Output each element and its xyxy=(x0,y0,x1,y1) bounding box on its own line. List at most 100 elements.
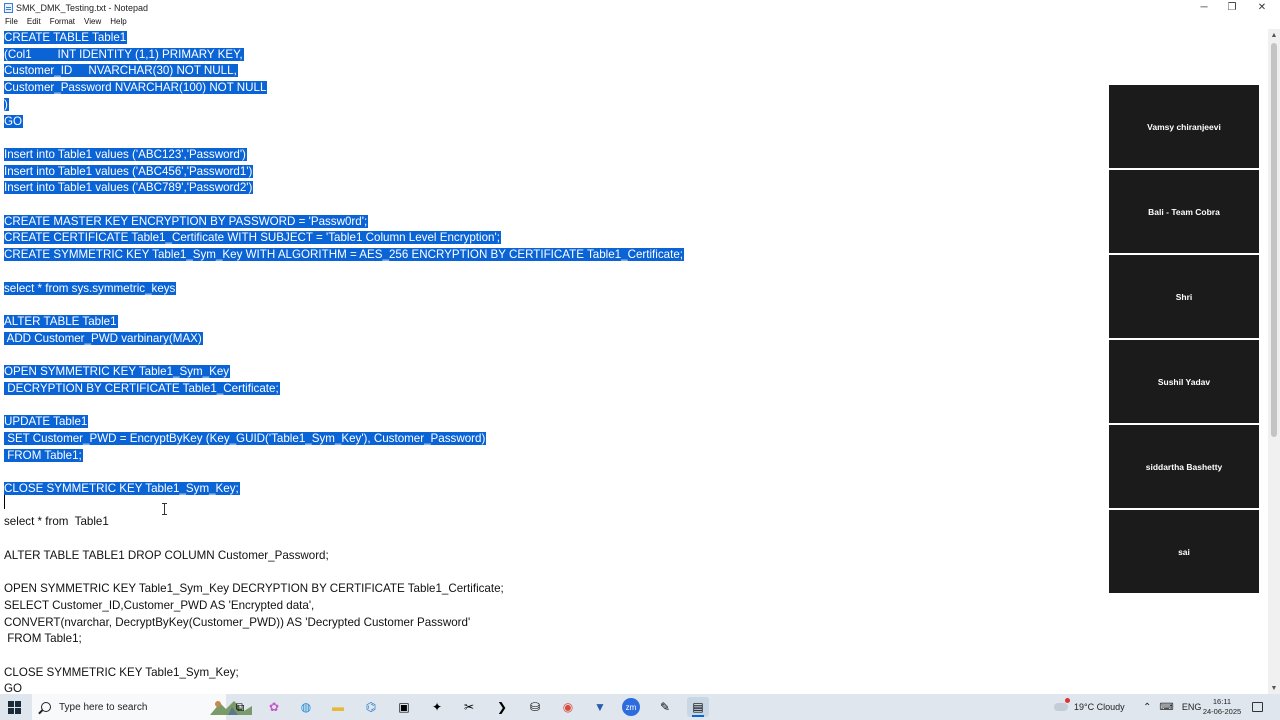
search-placeholder: Type here to search xyxy=(59,701,148,713)
clock[interactable]: 16:11 24-06-2025 xyxy=(1200,694,1244,720)
selected-text: CREATE SYMMETRIC KEY Table1_Sym_Key WITH… xyxy=(4,248,684,262)
scroll-up-arrow-icon[interactable]: ▲ xyxy=(1268,29,1280,41)
chrome-icon[interactable]: ◉ xyxy=(557,697,579,717)
code-line: Insert into Table1 values ('ABC456','Pas… xyxy=(4,164,254,179)
menu-edit[interactable]: Edit xyxy=(22,17,45,26)
participant-tile[interactable]: sai xyxy=(1109,510,1259,593)
weather-widget[interactable]: 19°C Cloudy xyxy=(1054,694,1125,720)
remote-desktop-icon[interactable]: ▣ xyxy=(393,697,415,717)
line-text: GO xyxy=(4,682,23,694)
selected-text: select * from sys.symmetric_keys xyxy=(4,281,177,295)
line-text: ALTER TABLE TABLE1 DROP COLUMN Customer_… xyxy=(4,548,329,562)
zoom-icon[interactable]: zm xyxy=(622,698,640,716)
code-line: GO xyxy=(4,681,22,694)
menu-view[interactable]: View xyxy=(79,17,105,26)
task-view-icon[interactable]: ⧉ xyxy=(229,697,251,717)
participant-name: siddartha Bashetty xyxy=(1145,461,1223,472)
selected-text: Customer_ID NVARCHAR(30) NOT NULL, xyxy=(4,64,238,78)
line-text: CONVERT(nvarchar, DecryptByKey(Customer_… xyxy=(4,615,471,629)
participant-name: Sushil Yadav xyxy=(1157,376,1211,387)
selected-text: CREATE TABLE Table1 xyxy=(4,31,128,44)
scrollbar-thumb[interactable] xyxy=(1271,43,1277,437)
line-text: select * from Table1 xyxy=(4,515,109,529)
selected-text: Customer_Password NVARCHAR(100) NOT NULL xyxy=(4,81,268,95)
menu-format[interactable]: Format xyxy=(45,17,79,26)
powershell-icon[interactable]: ❯ xyxy=(491,697,513,717)
taskbar-search[interactable]: Type here to search xyxy=(32,694,252,720)
selected-text: (Col1 INT IDENTITY (1,1) PRIMARY KEY, xyxy=(4,47,244,61)
code-line: CREATE TABLE Table1 xyxy=(4,30,128,45)
close-button[interactable]: ✕ xyxy=(1248,0,1276,15)
selected-text: Insert into Table1 values ('ABC789','Pas… xyxy=(4,181,254,195)
selected-text: DECRYPTION BY CERTIFICATE Table1_Certifi… xyxy=(4,381,280,395)
participant-tile[interactable]: Sushil Yadav xyxy=(1109,340,1259,423)
edge-icon[interactable]: ◍ xyxy=(295,697,317,717)
selected-text: SET Customer_PWD = EncryptByKey (Key_GUI… xyxy=(4,431,487,445)
line-text: SELECT Customer_ID,Customer_PWD AS 'Encr… xyxy=(4,598,315,612)
notification-icon[interactable] xyxy=(1252,702,1263,712)
code-line: UPDATE Table1 xyxy=(4,414,89,429)
notepad-app-icon xyxy=(4,2,13,13)
participant-name: sai xyxy=(1178,546,1190,557)
start-button[interactable] xyxy=(8,701,21,714)
code-line: SELECT Customer_ID,Customer_PWD AS 'Encr… xyxy=(4,598,314,613)
selected-text: ADD Customer_PWD varbinary(MAX) xyxy=(4,331,203,345)
code-line: CREATE SYMMETRIC KEY Table1_Sym_Key WITH… xyxy=(4,247,684,262)
code-line: CLOSE SYMMETRIC KEY Table1_Sym_Key; xyxy=(4,665,239,680)
file-explorer-icon[interactable]: ▬ xyxy=(327,697,349,717)
participant-name: Vamsy chiranjeevi xyxy=(1147,121,1221,132)
code-line: OPEN SYMMETRIC KEY Table1_Sym_Key DECRYP… xyxy=(4,581,504,596)
minimize-button[interactable]: ─ xyxy=(1190,0,1218,15)
sql-tool-icon[interactable]: ⛁ xyxy=(524,697,546,717)
menu-help[interactable]: Help xyxy=(105,17,130,26)
code-line: GO xyxy=(4,114,24,129)
ssms-icon[interactable]: ▼ xyxy=(589,697,611,717)
dev-tool-icon[interactable]: ✦ xyxy=(426,697,448,717)
copilot-icon[interactable]: ✿ xyxy=(263,697,285,717)
code-line: CONVERT(nvarchar, DecryptByKey(Customer_… xyxy=(4,615,470,630)
code-line: Insert into Table1 values ('ABC789','Pas… xyxy=(4,180,254,195)
line-text: OPEN SYMMETRIC KEY Table1_Sym_Key DECRYP… xyxy=(4,582,504,596)
code-line: ADD Customer_PWD varbinary(MAX) xyxy=(4,331,203,346)
chevron-up-icon[interactable]: ⌃ xyxy=(1143,702,1151,713)
text-editor-area[interactable]: CREATE TABLE Table1 (Col1 INT IDENTITY (1… xyxy=(0,29,1268,694)
participant-tile[interactable]: siddartha Bashetty xyxy=(1109,425,1259,508)
cloud-icon xyxy=(1054,698,1070,711)
selected-text: CREATE MASTER KEY ENCRYPTION BY PASSWORD… xyxy=(4,214,369,228)
notepad-active-icon[interactable]: ▤ xyxy=(687,697,709,717)
code-line: Insert into Table1 values ('ABC123','Pas… xyxy=(4,147,247,162)
participant-tile[interactable]: Bali - Team Cobra xyxy=(1109,170,1259,253)
network-icon[interactable]: ⌨ xyxy=(1159,702,1173,713)
selected-text: GO xyxy=(4,114,24,128)
clock-time: 16:11 xyxy=(1212,697,1232,706)
code-line: ) xyxy=(4,97,9,112)
language-indicator[interactable]: ENG xyxy=(1182,702,1202,712)
participant-name: Bali - Team Cobra xyxy=(1148,206,1220,217)
code-line: Customer_Password NVARCHAR(100) NOT NULL xyxy=(4,80,268,95)
code-line: select * from sys.symmetric_keys xyxy=(4,281,177,296)
notepad-icon[interactable]: ✎ xyxy=(654,697,676,717)
code-line: select * from Table1 xyxy=(4,514,109,529)
menu-file[interactable]: File xyxy=(0,17,22,26)
code-line: (Col1 INT IDENTITY (1,1) PRIMARY KEY, xyxy=(4,47,244,62)
snipping-tool-icon[interactable]: ✂ xyxy=(458,697,480,717)
code-line: CLOSE SYMMETRIC KEY Table1_Sym_Key; xyxy=(4,481,240,496)
scroll-down-arrow-icon[interactable]: ▼ xyxy=(1268,682,1280,694)
search-icon xyxy=(41,702,51,712)
code-line: FROM Table1; xyxy=(4,631,82,646)
vertical-scrollbar[interactable]: ▲ ▼ xyxy=(1268,29,1280,694)
maximize-button[interactable]: ❐ xyxy=(1218,0,1246,15)
menu-bar: File Edit Format View Help xyxy=(0,15,131,28)
code-line: OPEN SYMMETRIC KEY Table1_Sym_Key xyxy=(4,364,231,379)
line-text: CLOSE SYMMETRIC KEY Table1_Sym_Key; xyxy=(4,665,239,679)
participant-tile[interactable]: Vamsy chiranjeevi xyxy=(1109,85,1259,168)
ibeam-cursor-icon xyxy=(162,503,169,515)
code-line: CREATE MASTER KEY ENCRYPTION BY PASSWORD… xyxy=(4,214,369,229)
participant-name: Shri xyxy=(1175,291,1193,302)
clock-date: 24-06-2025 xyxy=(1202,707,1242,716)
selected-text: Insert into Table1 values ('ABC456','Pas… xyxy=(4,164,254,178)
participant-tile[interactable]: Shri xyxy=(1109,255,1259,338)
vscode-icon[interactable]: ⌬ xyxy=(360,697,382,717)
selected-text: ALTER TABLE Table1 xyxy=(4,314,118,328)
code-line: Customer_ID NVARCHAR(30) NOT NULL, xyxy=(4,63,238,78)
